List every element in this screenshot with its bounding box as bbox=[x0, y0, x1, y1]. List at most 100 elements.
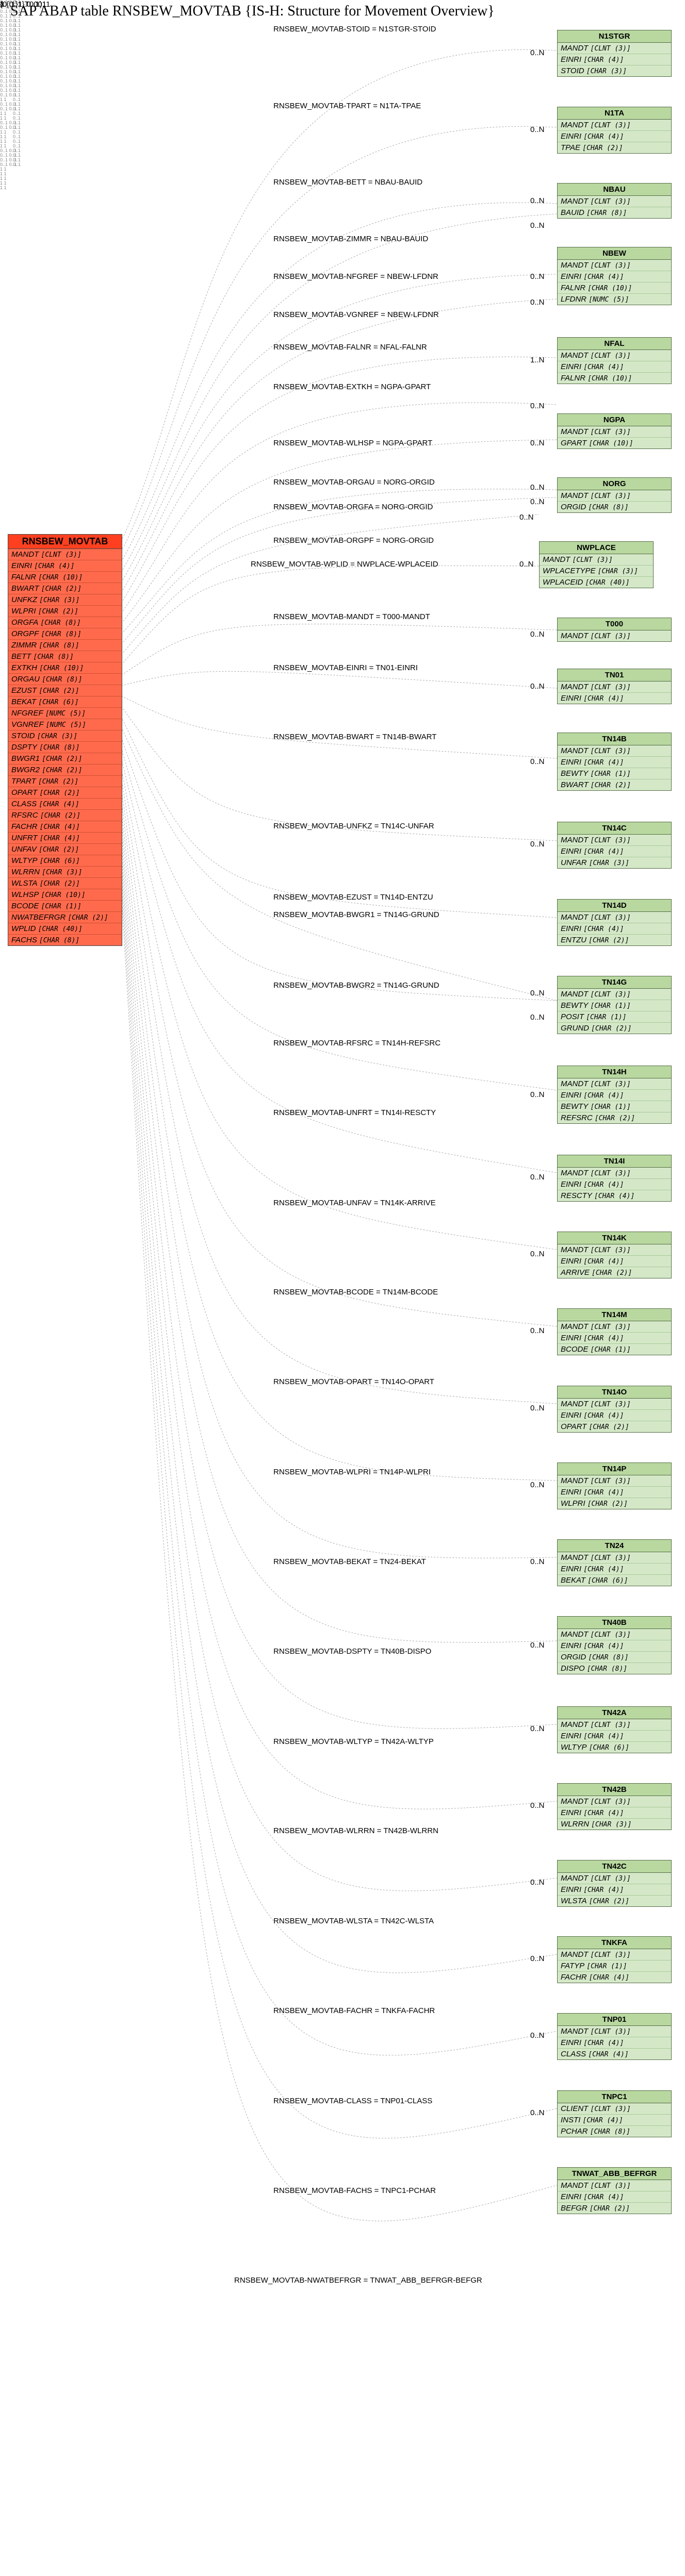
target-field: EINRI [CHAR (4)] bbox=[558, 1410, 671, 1421]
source-field: BWGR1 [CHAR (2)] bbox=[8, 753, 122, 765]
target-table-TN42B: TN42BMANDT [CLNT (3)]EINRI [CHAR (4)]WLR… bbox=[557, 1783, 672, 1830]
target-field: MANDT [CLNT (3)] bbox=[540, 554, 653, 566]
edge-label: RNSBEW_MOVTAB-BEKAT = TN24-BEKAT bbox=[273, 1557, 426, 1566]
edge-label: RNSBEW_MOVTAB-BCODE = TN14M-BCODE bbox=[273, 1288, 438, 1297]
target-table-name: TN42C bbox=[558, 1860, 671, 1873]
target-field: RESCTY [CHAR (4)] bbox=[558, 1190, 671, 1201]
source-field: WPLID [CHAR (40)] bbox=[8, 923, 122, 935]
target-field: TPAE [CHAR (2)] bbox=[558, 142, 671, 153]
target-table-TN42A: TN42AMANDT [CLNT (3)]EINRI [CHAR (4)]WLT… bbox=[557, 1706, 672, 1753]
target-field: ENTZU [CHAR (2)] bbox=[558, 935, 671, 945]
target-field: EINRI [CHAR (4)] bbox=[558, 846, 671, 857]
target-field: MANDT [CLNT (3)] bbox=[558, 1873, 671, 1884]
target-field: OPART [CHAR (2)] bbox=[558, 1421, 671, 1432]
target-table-NORG: NORGMANDT [CLNT (3)]ORGID [CHAR (8)] bbox=[557, 477, 672, 513]
edge-cardinality: 0..N bbox=[530, 1878, 545, 1887]
source-field: UNFKZ [CHAR (3)] bbox=[8, 594, 122, 606]
edge-label: RNSBEW_MOVTAB-NFGREF = NBEW-LFDNR bbox=[273, 272, 438, 281]
edge-label: RNSBEW_MOVTAB-UNFKZ = TN14C-UNFAR bbox=[273, 822, 434, 830]
edge-label: RNSBEW_MOVTAB-OPART = TN14O-OPART bbox=[273, 1377, 434, 1386]
source-field: EZUST [CHAR (2)] bbox=[8, 685, 122, 696]
target-field: WLRRN [CHAR (3)] bbox=[558, 1819, 671, 1830]
target-field: CLIENT [CLNT (3)] bbox=[558, 2103, 671, 2115]
target-field: MANDT [CLNT (3)] bbox=[558, 490, 671, 502]
source-field: NFGREF [NUMC (5)] bbox=[8, 708, 122, 719]
target-table-TN14G: TN14GMANDT [CLNT (3)]BEWTY [CHAR (1)]POS… bbox=[557, 976, 672, 1034]
target-field: EINRI [CHAR (4)] bbox=[558, 2037, 671, 2049]
target-field: MANDT [CLNT (3)] bbox=[558, 260, 671, 271]
edge-cardinality: 0..N bbox=[530, 483, 545, 492]
source-field: CLASS [CHAR (4)] bbox=[8, 799, 122, 810]
source-field: WLSTA [CHAR (2)] bbox=[8, 878, 122, 889]
target-table-NGPA: NGPAMANDT [CLNT (3)]GPART [CHAR (10)] bbox=[557, 413, 672, 449]
source-field: BEKAT [CHAR (6)] bbox=[8, 696, 122, 708]
edge-cardinality: 0..N bbox=[530, 630, 545, 639]
edge-cardinality: 0..N bbox=[530, 402, 545, 410]
source-field: EINRI [CHAR (4)] bbox=[8, 560, 122, 572]
target-table-name: TN14P bbox=[558, 1463, 671, 1475]
edge-label: RNSBEW_MOVTAB-RFSRC = TN14H-REFSRC bbox=[273, 1039, 441, 1048]
source-field: WLTYP [CHAR (6)] bbox=[8, 855, 122, 867]
target-field: EINRI [CHAR (4)] bbox=[558, 1487, 671, 1498]
edge-label: RNSBEW_MOVTAB-BETT = NBAU-BAUID bbox=[273, 178, 422, 187]
source-field: OPART [CHAR (2)] bbox=[8, 787, 122, 799]
source-field: FACHR [CHAR (4)] bbox=[8, 821, 122, 833]
target-field: STOID [CHAR (3)] bbox=[558, 65, 671, 76]
target-table-TN40B: TN40BMANDT [CLNT (3)]EINRI [CHAR (4)]ORG… bbox=[557, 1616, 672, 1674]
target-field: EINRI [CHAR (4)] bbox=[558, 1256, 671, 1267]
target-table-name: TNWAT_ABB_BEFRGR bbox=[558, 2168, 671, 2180]
target-field: ORGID [CHAR (8)] bbox=[558, 1652, 671, 1663]
target-field: WLPRI [CHAR (2)] bbox=[558, 1498, 671, 1509]
target-table-name: TN42A bbox=[558, 1707, 671, 1719]
edge-cardinality: 0..N bbox=[530, 1404, 545, 1412]
tiny-downstream-cards: 0..1 0..1 0..1 1 0..1 0..1 0..1 1 0..1 0… bbox=[0, 0, 21, 190]
target-table-TN14D: TN14DMANDT [CLNT (3)]EINRI [CHAR (4)]ENT… bbox=[557, 899, 672, 946]
edge-label: RNSBEW_MOVTAB-MANDT = T000-MANDT bbox=[273, 612, 430, 621]
source-field: WLRRN [CHAR (3)] bbox=[8, 867, 122, 878]
target-field: BEWTY [CHAR (1)] bbox=[558, 1000, 671, 1011]
target-field: CLASS [CHAR (4)] bbox=[558, 2049, 671, 2059]
edge-label: RNSBEW_MOVTAB-WLSTA = TN42C-WLSTA bbox=[273, 1917, 434, 1925]
target-table-name: TN14D bbox=[558, 900, 671, 912]
target-field: MANDT [CLNT (3)] bbox=[558, 989, 671, 1000]
target-field: EINRI [CHAR (4)] bbox=[558, 1333, 671, 1344]
source-field: VGNREF [NUMC (5)] bbox=[8, 719, 122, 730]
target-field: MANDT [CLNT (3)] bbox=[558, 1078, 671, 1090]
source-table: RNSBEW_MOVTAB MANDT [CLNT (3)]EINRI [CHA… bbox=[8, 534, 122, 946]
target-table-T000: T000MANDT [CLNT (3)] bbox=[557, 618, 672, 642]
edge-cardinality: 0..N bbox=[530, 48, 545, 57]
target-table-TNKFA: TNKFAMANDT [CLNT (3)]FATYP [CHAR (1)]FAC… bbox=[557, 1936, 672, 1983]
edge-cardinality: 0..N bbox=[530, 1090, 545, 1099]
target-field: REFSRC [CHAR (2)] bbox=[558, 1112, 671, 1123]
target-table-name: TN14I bbox=[558, 1155, 671, 1168]
target-table-NBAU: NBAUMANDT [CLNT (3)]BAUID [CHAR (8)] bbox=[557, 183, 672, 219]
target-table-NBEW: NBEWMANDT [CLNT (3)]EINRI [CHAR (4)]FALN… bbox=[557, 247, 672, 305]
target-field: MANDT [CLNT (3)] bbox=[558, 630, 671, 641]
edge-cardinality: 0..N bbox=[530, 1801, 545, 1810]
target-field: EINRI [CHAR (4)] bbox=[558, 757, 671, 768]
edge-label: RNSBEW_MOVTAB-UNFAV = TN14K-ARRIVE bbox=[273, 1199, 436, 1207]
target-field: BAUID [CHAR (8)] bbox=[558, 207, 671, 218]
source-field: BCODE [CHAR (1)] bbox=[8, 901, 122, 912]
source-field: WLPRI [CHAR (2)] bbox=[8, 606, 122, 617]
source-field: DSPTY [CHAR (8)] bbox=[8, 742, 122, 753]
target-table-TNWAT: TNWAT_ABB_BEFRGRMANDT [CLNT (3)]EINRI [C… bbox=[557, 2167, 672, 2214]
target-table-TN14O: TN14OMANDT [CLNT (3)]EINRI [CHAR (4)]OPA… bbox=[557, 1386, 672, 1433]
source-field: FACHS [CHAR (8)] bbox=[8, 935, 122, 945]
target-table-TN42C: TN42CMANDT [CLNT (3)]EINRI [CHAR (4)]WLS… bbox=[557, 1860, 672, 1907]
edge-cardinality: 0..N bbox=[530, 497, 545, 506]
edge-label: RNSBEW_MOVTAB-CLASS = TNP01-CLASS bbox=[273, 2097, 432, 2105]
edge-label: RNSBEW_MOVTAB-VGNREF = NBEW-LFDNR bbox=[273, 310, 439, 319]
edge-label: RNSBEW_MOVTAB-FALNR = NFAL-FALNR bbox=[273, 343, 427, 352]
target-field: POSIT [CHAR (1)] bbox=[558, 1011, 671, 1023]
edge-label: RNSBEW_MOVTAB-ZIMMR = NBAU-BAUID bbox=[273, 235, 428, 243]
target-table-TN14P: TN14PMANDT [CLNT (3)]EINRI [CHAR (4)]WLP… bbox=[557, 1462, 672, 1509]
source-field: FALNR [CHAR (10)] bbox=[8, 572, 122, 583]
target-field: MANDT [CLNT (3)] bbox=[558, 426, 671, 438]
target-field: BWART [CHAR (2)] bbox=[558, 779, 671, 790]
target-table-name: N1STGR bbox=[558, 30, 671, 43]
target-field: DISPO [CHAR (8)] bbox=[558, 1663, 671, 1674]
target-table-name: TN14O bbox=[558, 1386, 671, 1399]
edge-label: RNSBEW_MOVTAB-WPLID = NWPLACE-WPLACEID bbox=[251, 560, 438, 569]
source-field: BWGR2 [CHAR (2)] bbox=[8, 765, 122, 776]
